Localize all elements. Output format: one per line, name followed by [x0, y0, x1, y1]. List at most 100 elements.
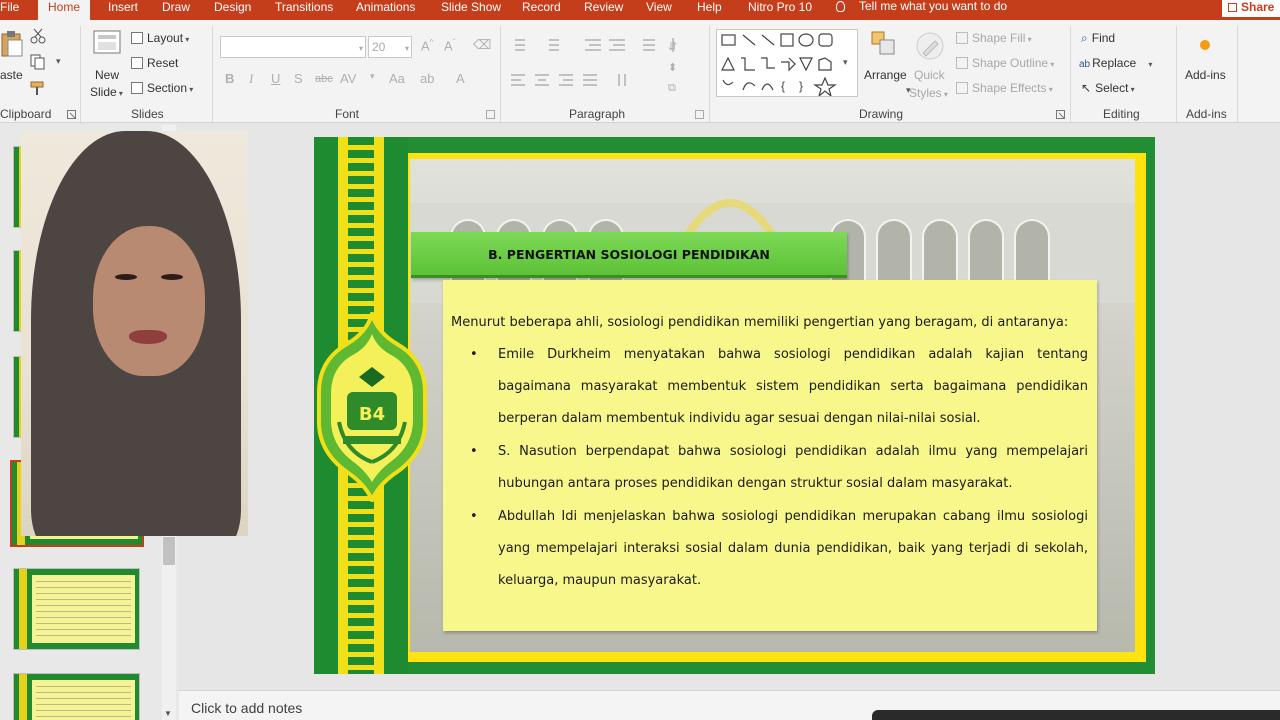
clear-formatting-icon[interactable]: ⌫: [473, 37, 491, 53]
quick-styles-label-2[interactable]: Styles ▾: [909, 86, 948, 100]
group-label-editing: Editing: [1103, 107, 1140, 121]
building-arch: [1014, 219, 1050, 289]
tell-me-search[interactable]: Tell me what you want to do: [836, 0, 1007, 16]
bullet-item[interactable]: • Emile Durkheim menyatakan bahwa sosiolo…: [468, 339, 1088, 435]
tab-help[interactable]: Help: [697, 0, 722, 20]
tab-review[interactable]: Review: [584, 0, 623, 20]
paste-icon[interactable]: [0, 30, 24, 58]
group-separator: [1070, 26, 1071, 122]
find-button[interactable]: ⌕ Find: [1081, 31, 1115, 46]
group-label-add-ins: Add-ins: [1186, 107, 1227, 121]
tab-view[interactable]: View: [646, 0, 672, 20]
quick-styles-label-1[interactable]: Quick: [914, 68, 945, 82]
select-button[interactable]: ↖ Select ▾: [1081, 81, 1135, 95]
reset-label: Reset: [147, 56, 179, 70]
thumb-text-lines: [36, 686, 131, 720]
tab-record[interactable]: Record: [522, 0, 561, 20]
tab-design[interactable]: Design: [214, 0, 251, 20]
shapes-more-icon[interactable]: ▾: [843, 57, 848, 68]
ribbon: aste ▾ Clipboard New Slide ▾ Layout ▾ Re…: [0, 20, 1280, 123]
logo-text: B4: [359, 404, 385, 425]
shape-outline-button[interactable]: Shape Outline ▾: [956, 56, 1054, 70]
tab-nitro-pro[interactable]: Nitro Pro 10: [748, 0, 812, 20]
shapes-gallery[interactable]: { }: [716, 29, 858, 98]
font-name-dropdown[interactable]: ▾: [220, 36, 366, 58]
font-launcher-icon[interactable]: [486, 110, 495, 119]
tab-slide-show[interactable]: Slide Show: [441, 0, 501, 20]
scrollbar-thumb[interactable]: [163, 537, 175, 565]
slide-thumbnail[interactable]: [13, 568, 140, 650]
chevron-down-icon[interactable]: ▾: [370, 71, 375, 82]
arrange-label[interactable]: Arrange: [864, 68, 907, 82]
add-ins-label[interactable]: Add-ins: [1185, 68, 1226, 82]
tab-draw[interactable]: Draw: [162, 0, 190, 20]
slide-content-box[interactable]: Menurut beberapa ahli, sosiologi pendidi…: [443, 280, 1097, 631]
tab-file[interactable]: File: [0, 0, 19, 20]
shape-effects-icon: [956, 82, 968, 94]
chevron-down-icon: ▾: [358, 44, 363, 53]
drawing-launcher-icon[interactable]: [1056, 110, 1065, 119]
align-text-icon[interactable]: ⬍: [668, 61, 677, 74]
section-button[interactable]: Section ▾: [131, 81, 193, 95]
quick-styles-icon[interactable]: [915, 31, 945, 61]
slide-intro-text[interactable]: Menurut beberapa ahli, sosiologi pendidi…: [451, 315, 1068, 330]
highlight-icon[interactable]: ab: [420, 71, 434, 86]
cut-icon[interactable]: [30, 28, 46, 44]
new-slide-label-2[interactable]: Slide ▾: [90, 85, 123, 99]
paragraph-launcher-icon[interactable]: [695, 110, 704, 119]
clipboard-launcher-icon[interactable]: [67, 110, 76, 119]
bullet-dot: •: [470, 509, 478, 524]
new-slide-label-1[interactable]: New: [95, 68, 119, 82]
strikethrough-icon[interactable]: abc: [315, 73, 333, 85]
font-size-dropdown[interactable]: 20 ▾: [368, 36, 412, 58]
group-label-font: Font: [335, 107, 360, 121]
grow-font-icon[interactable]: A^: [421, 38, 433, 53]
text-direction-icon[interactable]: ⇵: [668, 40, 677, 53]
shape-effects-label: Shape Effects: [972, 81, 1047, 95]
font-color-icon[interactable]: A: [456, 71, 465, 86]
copy-dropdown-icon[interactable]: ▾: [56, 56, 61, 67]
shape-effects-button[interactable]: Shape Effects ▾: [956, 81, 1053, 95]
bold-icon[interactable]: B: [225, 71, 234, 86]
tab-transitions[interactable]: Transitions: [275, 0, 333, 20]
change-case-icon[interactable]: Aa: [389, 71, 405, 86]
character-spacing-icon[interactable]: AV: [340, 71, 356, 86]
bullet-item[interactable]: • Abdullah Idi menjelaskan bahwa sosiolog…: [468, 501, 1088, 597]
share-button[interactable]: Share: [1222, 0, 1280, 17]
shapes-gallery-icons: { }: [721, 33, 837, 98]
slide-thumbnail[interactable]: [13, 673, 140, 720]
arrange-icon[interactable]: [870, 30, 898, 58]
slide-canvas[interactable]: B4 B. PENGERTIAN SOSIOLOGI PENDIDIKAN Me…: [314, 137, 1155, 674]
group-separator: [1237, 26, 1238, 122]
tab-insert[interactable]: Insert: [108, 0, 138, 20]
notes-placeholder[interactable]: Click to add notes: [191, 700, 302, 716]
bullet-item[interactable]: • S. Nasution berpendapat bahwa sosiologi…: [468, 436, 1088, 500]
section-icon: [131, 82, 143, 94]
tab-home[interactable]: Home: [38, 0, 91, 20]
italic-icon[interactable]: I: [249, 71, 253, 87]
paragraph-toolbar-row1: [515, 38, 674, 52]
slide-bullet-list[interactable]: • Emile Durkheim menyatakan bahwa sosiolo…: [468, 339, 1088, 598]
webcam-overlay: [21, 131, 248, 536]
reset-button[interactable]: Reset: [131, 56, 178, 70]
font-size-value: 20: [372, 40, 386, 54]
scroll-down-arrow-icon[interactable]: ▼: [164, 709, 172, 718]
new-slide-icon[interactable]: [93, 28, 123, 56]
copy-icon[interactable]: [30, 54, 46, 70]
group-label-paragraph: Paragraph: [569, 107, 626, 121]
replace-button[interactable]: ab Replace ▾: [1079, 56, 1152, 70]
add-ins-icon[interactable]: [1198, 38, 1212, 52]
layout-button[interactable]: Layout ▾: [131, 31, 189, 45]
slide-title-banner[interactable]: B. PENGERTIAN SOSIOLOGI PENDIDIKAN: [411, 232, 847, 278]
smartart-icon[interactable]: ⧉: [668, 82, 676, 95]
text-shadow-icon[interactable]: S: [294, 71, 303, 86]
slide-title[interactable]: B. PENGERTIAN SOSIOLOGI PENDIDIKAN: [411, 232, 847, 278]
tab-animations[interactable]: Animations: [356, 0, 415, 20]
shrink-font-icon[interactable]: Aˇ: [444, 38, 455, 53]
lightbulb-icon: [836, 1, 845, 12]
paste-label[interactable]: aste: [0, 68, 23, 82]
format-painter-icon[interactable]: [30, 80, 46, 96]
replace-label: Replace: [1092, 56, 1137, 70]
shape-fill-button[interactable]: Shape Fill ▾: [956, 31, 1032, 45]
underline-icon[interactable]: U: [271, 71, 280, 86]
